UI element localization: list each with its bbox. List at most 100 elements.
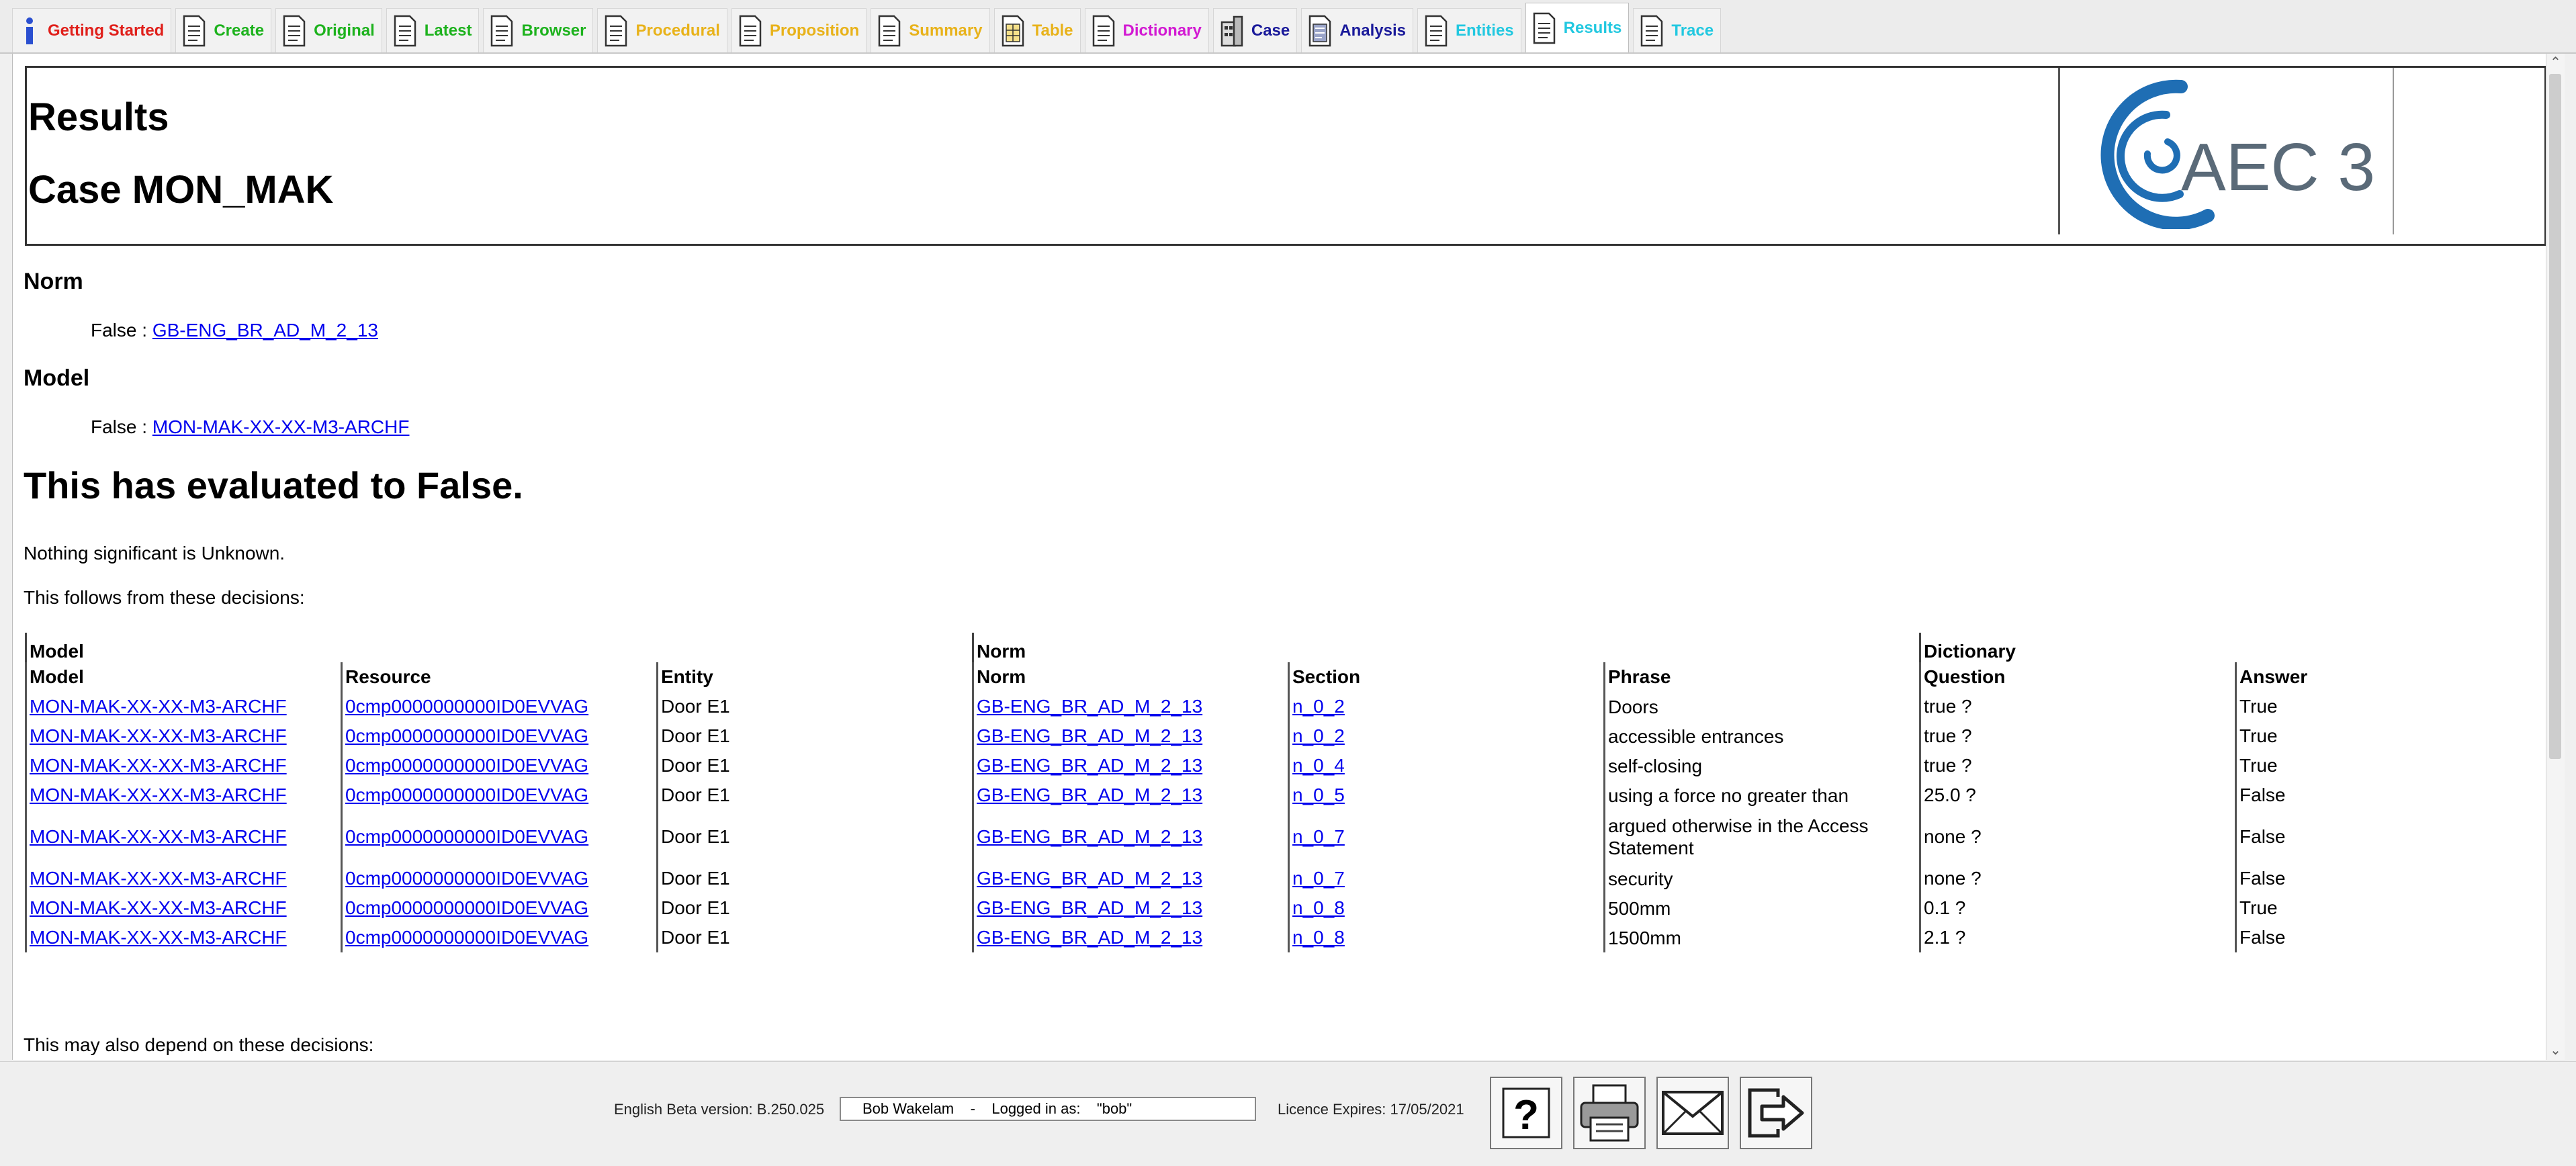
cell-question: true ? [1919, 751, 2236, 780]
norm-link[interactable]: GB-ENG_BR_AD_M_2_13 [977, 784, 1202, 805]
section-link[interactable]: n_0_8 [1292, 927, 1345, 948]
model-link[interactable]: MON-MAK-XX-XX-M3-ARCHF [152, 416, 410, 437]
cell-section: n_0_7 [1288, 864, 1605, 893]
norm-link[interactable]: GB-ENG_BR_AD_M_2_13 [977, 826, 1202, 847]
tab-summary[interactable]: Summary [871, 8, 990, 52]
tab-proposition[interactable]: Proposition [731, 8, 867, 52]
aec3-logo: AEC 3 [2100, 79, 2375, 229]
cell-question: none ? [1919, 864, 2236, 893]
column-header-resource: Resource [341, 662, 658, 692]
section-link[interactable]: n_0_2 [1292, 696, 1345, 717]
cell-answer: True [2235, 692, 2546, 721]
resource-link[interactable]: 0cmp0000000000ID0EVVAG [345, 755, 588, 776]
cell-norm: GB-ENG_BR_AD_M_2_13 [972, 751, 1289, 780]
vertical-scrollbar[interactable]: ⌃ ⌄ [2546, 54, 2565, 1060]
resource-link[interactable]: 0cmp0000000000ID0EVVAG [345, 784, 588, 805]
tab-procedural[interactable]: Procedural [597, 8, 727, 52]
norm-link[interactable]: GB-ENG_BR_AD_M_2_13 [977, 755, 1202, 776]
cell-phrase: using a force no greater than [1603, 780, 1920, 810]
cell-question: none ? [1919, 810, 2236, 864]
model-link[interactable]: MON-MAK-XX-XX-M3-ARCHF [30, 897, 287, 918]
resource-link[interactable]: 0cmp0000000000ID0EVVAG [345, 897, 588, 918]
model-link[interactable]: MON-MAK-XX-XX-M3-ARCHF [30, 784, 287, 805]
model-link[interactable]: MON-MAK-XX-XX-M3-ARCHF [30, 725, 287, 746]
svg-text:?: ? [1513, 1092, 1539, 1138]
resource-link[interactable]: 0cmp0000000000ID0EVVAG [345, 868, 588, 889]
tab-browser[interactable]: Browser [483, 8, 594, 52]
tab-getting-started[interactable]: Getting Started [12, 8, 172, 52]
model-link[interactable]: MON-MAK-XX-XX-M3-ARCHF [30, 826, 287, 847]
cell-resource: 0cmp0000000000ID0EVVAG [341, 780, 658, 810]
licence-label: Licence Expires: 17/05/2021 [1278, 1101, 1464, 1118]
cell-answer: True [2235, 721, 2546, 751]
scroll-up-icon[interactable]: ⌃ [2546, 54, 2565, 72]
cell-entity: Door E1 [656, 751, 973, 780]
model-link[interactable]: MON-MAK-XX-XX-M3-ARCHF [30, 868, 287, 889]
section-link[interactable]: n_0_4 [1292, 755, 1345, 776]
scroll-down-icon[interactable]: ⌄ [2546, 1042, 2565, 1060]
resource-link[interactable]: 0cmp0000000000ID0EVVAG [345, 696, 588, 717]
document-icon [283, 15, 306, 46]
model-heading: Model [24, 365, 90, 391]
document-icon [1092, 15, 1114, 46]
tab-case[interactable]: Case [1212, 8, 1298, 52]
cell-entity: Door E1 [656, 692, 973, 721]
tab-label: Procedural [635, 21, 720, 40]
norm-link[interactable]: GB-ENG_BR_AD_M_2_13 [977, 725, 1202, 746]
tab-label: Create [214, 21, 265, 40]
help-icon: ? [1502, 1087, 1550, 1138]
table-row: MON-MAK-XX-XX-M3-ARCHF 0cmp0000000000ID0E… [25, 692, 2546, 721]
column-header-row: Model Resource Entity Norm Section Phrase Ques… [25, 662, 2546, 692]
norm-link[interactable]: GB-ENG_BR_AD_M_2_13 [152, 320, 378, 341]
column-header-entity: Entity [656, 662, 973, 692]
tab-latest[interactable]: Latest [386, 8, 480, 52]
model-link[interactable]: MON-MAK-XX-XX-M3-ARCHF [30, 927, 287, 948]
tab-label: Dictionary [1122, 21, 1202, 40]
tab-label: Analysis [1339, 21, 1406, 40]
norm-link[interactable]: GB-ENG_BR_AD_M_2_13 [977, 868, 1202, 889]
tab-create[interactable]: Create [175, 8, 272, 52]
cell-question: true ? [1919, 721, 2236, 751]
norm-link[interactable]: GB-ENG_BR_AD_M_2_13 [977, 696, 1202, 717]
section-link[interactable]: n_0_7 [1292, 826, 1345, 847]
tab-table[interactable]: Table [993, 8, 1081, 52]
tab-analysis[interactable]: Analysis [1301, 8, 1413, 52]
logout-icon [1748, 1088, 1804, 1138]
resource-link[interactable]: 0cmp0000000000ID0EVVAG [345, 927, 588, 948]
scroll-thumb[interactable] [2549, 74, 2561, 759]
tab-trace[interactable]: Trace [1633, 8, 1722, 52]
section-link[interactable]: n_0_2 [1292, 725, 1345, 746]
logo-cell: AEC 3 [2058, 68, 2394, 234]
cell-entity: Door E1 [656, 923, 973, 952]
cell-model: MON-MAK-XX-XX-M3-ARCHF [25, 810, 342, 864]
column-header-answer: Answer [2235, 662, 2546, 692]
model-link[interactable]: MON-MAK-XX-XX-M3-ARCHF [30, 755, 287, 776]
norm-link[interactable]: GB-ENG_BR_AD_M_2_13 [977, 897, 1202, 918]
tab-results[interactable]: Results [1525, 3, 1630, 52]
norm-link[interactable]: GB-ENG_BR_AD_M_2_13 [977, 927, 1202, 948]
tab-dictionary[interactable]: Dictionary [1084, 8, 1209, 52]
version-label: English Beta version: B.250.025 [614, 1101, 825, 1118]
tab-label: Browser [521, 21, 586, 40]
cell-model: MON-MAK-XX-XX-M3-ARCHF [25, 893, 342, 923]
cell-answer: False [2235, 810, 2546, 864]
section-link[interactable]: n_0_7 [1292, 868, 1345, 889]
tab-label: Table [1032, 21, 1073, 40]
help-button[interactable]: ? [1490, 1077, 1562, 1149]
evaluation-verdict: This has evaluated to False. [24, 464, 523, 506]
model-link[interactable]: MON-MAK-XX-XX-M3-ARCHF [30, 696, 287, 717]
table-row: MON-MAK-XX-XX-M3-ARCHF 0cmp0000000000ID0E… [25, 923, 2546, 952]
follows-note: This follows from these decisions: [24, 587, 305, 608]
cell-phrase: 500mm [1603, 893, 1920, 923]
email-button[interactable] [1656, 1077, 1729, 1149]
print-button[interactable] [1573, 1077, 1646, 1149]
column-header-section: Section [1288, 662, 1605, 692]
resource-link[interactable]: 0cmp0000000000ID0EVVAG [345, 725, 588, 746]
logout-button[interactable] [1740, 1077, 1812, 1149]
cell-model: MON-MAK-XX-XX-M3-ARCHF [25, 751, 342, 780]
section-link[interactable]: n_0_8 [1292, 897, 1345, 918]
tab-original[interactable]: Original [275, 8, 382, 52]
section-link[interactable]: n_0_5 [1292, 784, 1345, 805]
resource-link[interactable]: 0cmp0000000000ID0EVVAG [345, 826, 588, 847]
tab-entities[interactable]: Entities [1417, 8, 1521, 52]
